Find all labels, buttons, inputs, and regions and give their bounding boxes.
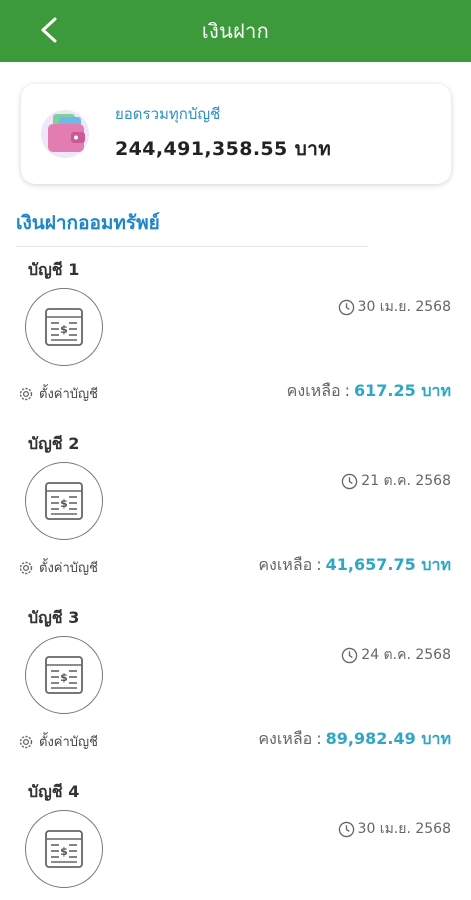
- page-title: เงินฝาก: [201, 19, 270, 43]
- svg-text:$: $: [60, 671, 68, 684]
- account-date: 21 ต.ค. 2568: [341, 470, 451, 492]
- account-name: บัญชี 4: [28, 782, 80, 801]
- account-card[interactable]: บัญชี 3 24 ต.ค. 2568 $ ตั้งค่าบัญชี คงเห…: [0, 606, 471, 784]
- account-name: บัญชี 3: [28, 608, 80, 627]
- account-name: บัญชี 2: [28, 434, 80, 453]
- account-date: 30 เม.ย. 2568: [338, 818, 451, 840]
- account-card[interactable]: บัญชี 1 30 เม.ย. 2568 $ ตั้งค่าบัญชี คงเ…: [0, 258, 471, 436]
- account-icon-circle: $: [25, 810, 103, 888]
- section-title: เงินฝากออมทรัพย์: [16, 212, 160, 234]
- balance-separator: :: [316, 555, 322, 574]
- back-button[interactable]: [28, 8, 72, 52]
- total-amount: 244,491,358.55 บาท: [115, 138, 332, 160]
- chevron-left-icon: [41, 17, 57, 43]
- gear-icon: [19, 735, 33, 748]
- account-icon-circle: $: [25, 288, 103, 366]
- account-balance: คงเหลือ:41,657.75 บาท: [258, 553, 451, 578]
- bank-statement-icon: $: [45, 308, 83, 346]
- balance-separator: :: [316, 729, 322, 748]
- account-balance: คงเหลือ:89,982.49 บาท: [258, 727, 451, 752]
- svg-text:$: $: [60, 323, 68, 336]
- account-settings-button[interactable]: ตั้งค่าบัญชี: [17, 731, 98, 752]
- account-date-text: 21 ต.ค. 2568: [361, 473, 451, 489]
- clock-icon: [338, 299, 354, 315]
- account-settings-label: ตั้งค่าบัญชี: [39, 735, 98, 750]
- gear-icon: [19, 561, 33, 574]
- account-icon-circle: $: [25, 636, 103, 714]
- balance-value: 89,982.49 บาท: [325, 729, 451, 748]
- clock-icon: [338, 821, 354, 837]
- gear-icon: [19, 387, 33, 400]
- bank-statement-icon: $: [45, 656, 83, 694]
- balance-separator: :: [344, 381, 350, 400]
- clock-icon: [342, 473, 358, 489]
- account-name: บัญชี 1: [28, 260, 80, 279]
- account-settings-label: ตั้งค่าบัญชี: [39, 561, 98, 576]
- bank-statement-icon: $: [45, 482, 83, 520]
- account-date-text: 30 เม.ย. 2568: [357, 299, 451, 315]
- account-date-text: 24 ต.ค. 2568: [361, 647, 451, 663]
- total-balance-card: ยอดรวมทุกบัญชี 244,491,358.55 บาท: [21, 84, 451, 184]
- account-card[interactable]: บัญชี 2 21 ต.ค. 2568 $ ตั้งค่าบัญชี คงเห…: [0, 432, 471, 610]
- app-header: เงินฝาก: [0, 0, 471, 62]
- wallet-icon: [41, 110, 89, 158]
- balance-label: คงเหลือ: [258, 555, 313, 574]
- svg-text:$: $: [60, 497, 68, 510]
- balance-label: คงเหลือ: [286, 381, 341, 400]
- total-label: ยอดรวมทุกบัญชี: [115, 105, 221, 123]
- account-settings-button[interactable]: ตั้งค่าบัญชี: [17, 383, 98, 404]
- account-card[interactable]: บัญชี 4 30 เม.ย. 2568 $: [0, 780, 471, 900]
- section-divider: [16, 246, 368, 247]
- balance-value: 617.25 บาท: [354, 381, 451, 400]
- account-balance: คงเหลือ:617.25 บาท: [287, 379, 451, 404]
- account-date: 30 เม.ย. 2568: [338, 296, 451, 318]
- svg-text:$: $: [60, 845, 68, 858]
- clock-icon: [342, 647, 358, 663]
- balance-value: 41,657.75 บาท: [325, 555, 451, 574]
- account-icon-circle: $: [25, 462, 103, 540]
- balance-label: คงเหลือ: [258, 729, 313, 748]
- account-date: 24 ต.ค. 2568: [341, 644, 451, 666]
- account-settings-button[interactable]: ตั้งค่าบัญชี: [17, 557, 98, 578]
- account-settings-label: ตั้งค่าบัญชี: [39, 387, 98, 402]
- bank-statement-icon: $: [45, 830, 83, 868]
- account-date-text: 30 เม.ย. 2568: [357, 821, 451, 837]
